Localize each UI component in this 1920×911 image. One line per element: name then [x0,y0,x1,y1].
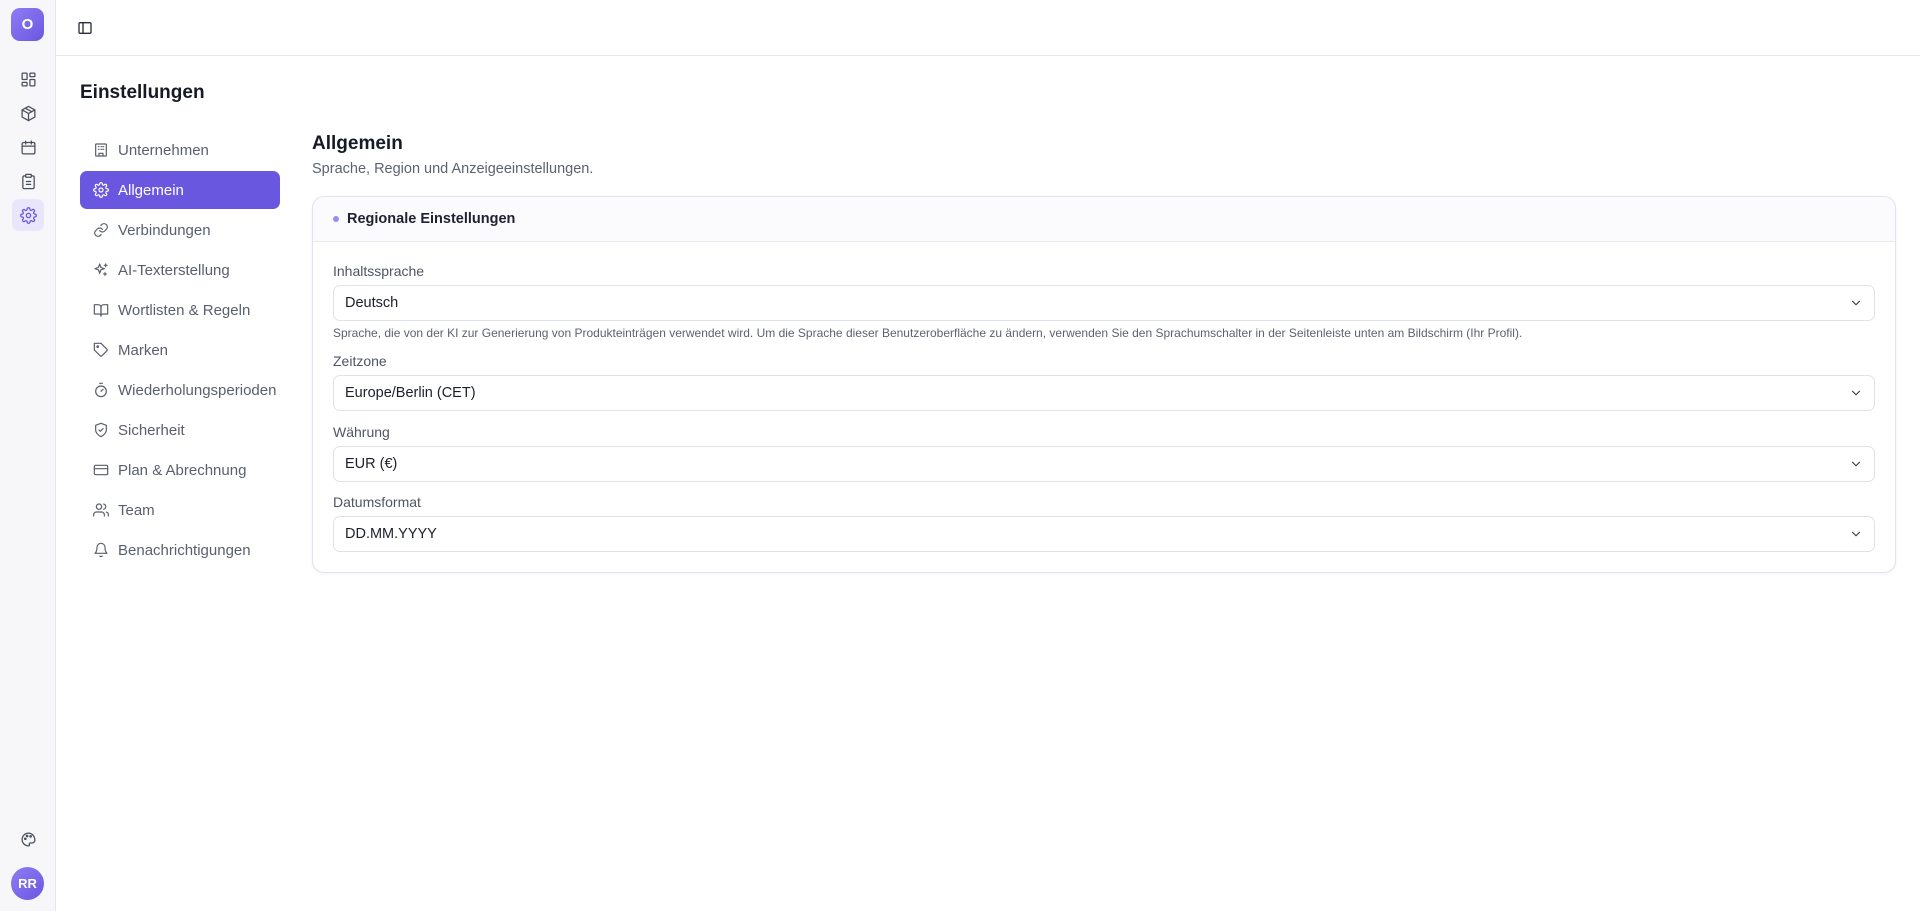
nav-item-marken[interactable]: Marken [80,331,280,369]
nav-item-label: Sicherheit [118,421,185,439]
currency-label: Währung [333,424,390,440]
bullet-dot-icon [333,216,339,222]
select-value: EUR (€) [345,456,398,472]
content-language-select[interactable]: Deutsch [333,285,1875,321]
workspace-logo[interactable]: O [11,8,44,41]
nav-item-label: Unternehmen [118,141,209,159]
nav-item-wortlisten-regeln[interactable]: Wortlisten & Regeln [80,291,280,329]
nav-item-label: Verbindungen [118,221,211,239]
nav-item-plan-abrechnung[interactable]: Plan & Abrechnung [80,451,280,489]
users-icon [93,503,109,517]
nav-item-label: Benachrichtigungen [118,541,251,559]
chevron-down-icon [1851,300,1861,306]
app-rail: O RR [0,0,56,911]
section-title: Allgemein [312,133,403,154]
content-language-label: Inhaltssprache [333,263,425,279]
timezone-select[interactable]: Europe/Berlin (CET) [333,375,1875,411]
card-title: Regionale Einstellungen [347,211,516,227]
palette-icon[interactable] [12,823,44,855]
sidebar-toggle-icon[interactable] [73,16,97,40]
calendar-icon[interactable] [12,131,44,163]
currency-select[interactable]: EUR (€) [333,446,1875,482]
nav-item-wiederholungsperioden[interactable]: Wiederholungsperioden [80,371,280,409]
nav-item-label: Allgemein [118,181,184,199]
link-icon [94,223,108,237]
nav-item-verbindungen[interactable]: Verbindungen [80,211,280,249]
timezone-label: Zeitzone [333,353,387,369]
nav-item-benachrichtigungen[interactable]: Benachrichtigungen [80,531,280,569]
chevron-down-icon [1851,390,1861,396]
tag-icon [93,342,108,357]
date-format-label: Datumsformat [333,494,421,510]
package-icon[interactable] [12,97,44,129]
chevron-down-icon [1851,531,1861,537]
settings-nav: Unternehmen Allgemein Verbindungen AI-Te… [80,131,280,571]
select-value: DD.MM.YYYY [345,526,437,542]
regional-settings-card: Regionale Einstellungen Inhaltssprache D… [312,196,1896,573]
user-avatar[interactable]: RR [11,867,44,900]
nav-item-allgemein[interactable]: Allgemein [80,171,280,209]
select-value: Deutsch [345,295,399,311]
dashboard-icon[interactable] [12,63,44,95]
sparkles-icon [94,263,108,276]
nav-item-label: Plan & Abrechnung [118,461,247,479]
nav-item-label: AI-Texterstellung [118,261,230,279]
settings-icon[interactable] [12,199,44,231]
nav-item-ai-texterstellung[interactable]: AI-Texterstellung [80,251,280,289]
nav-item-sicherheit[interactable]: Sicherheit [80,411,280,449]
nav-item-label: Marken [118,341,169,359]
bell-icon [94,542,108,558]
date-format-select[interactable]: DD.MM.YYYY [333,516,1875,552]
timer-icon [95,382,107,398]
gear-icon [93,182,109,198]
chevron-down-icon [1851,461,1861,467]
shield-icon [95,422,107,438]
top-bar [56,0,1920,56]
select-value: Europe/Berlin (CET) [345,385,476,401]
content-language-help: Sprache, die von der KI zur Generierung … [333,326,1523,340]
nav-item-label: Wortlisten & Regeln [118,301,251,319]
book-icon [93,304,109,317]
nav-item-label: Team [118,501,155,519]
page-title: Einstellungen [80,82,205,103]
nav-item-team[interactable]: Team [80,491,280,529]
clipboard-icon[interactable] [12,165,44,197]
building-icon [95,143,107,157]
credit-card-icon [93,464,109,476]
nav-item-label: Wiederholungsperioden [118,381,277,399]
section-subtitle: Sprache, Region und Anzeigeeinstellungen… [312,161,594,177]
card-header: Regionale Einstellungen [313,197,1895,242]
nav-item-unternehmen[interactable]: Unternehmen [80,131,280,169]
